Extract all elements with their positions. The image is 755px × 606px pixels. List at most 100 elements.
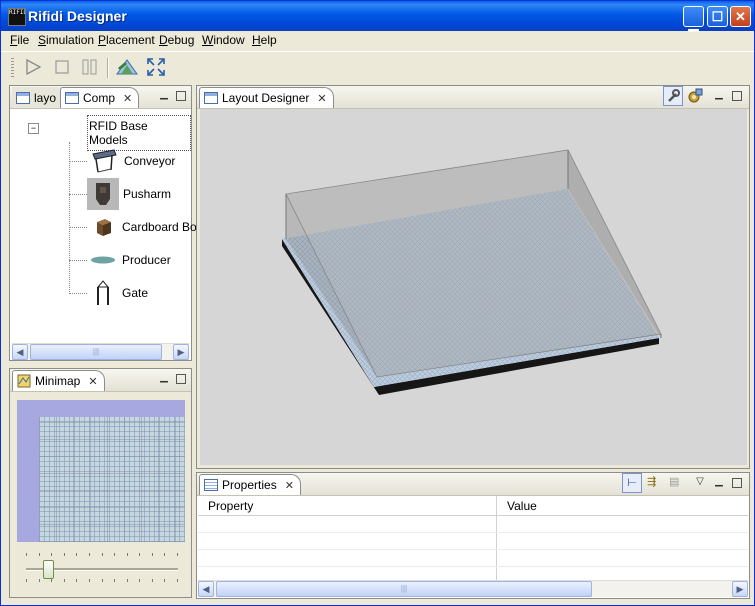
maximize-view-icon[interactable] xyxy=(176,91,186,101)
pause-button[interactable] xyxy=(78,56,102,78)
slider-tick xyxy=(164,579,165,582)
tree-expander[interactable]: − xyxy=(28,123,39,134)
components-icon xyxy=(65,92,79,104)
menu-help[interactable]: Help xyxy=(252,33,277,47)
tab-properties[interactable]: Properties ✕ xyxy=(199,474,301,495)
close-button[interactable]: ✕ xyxy=(730,6,751,27)
tab-layout-designer[interactable]: Layout Designer ✕ xyxy=(199,87,334,108)
slider-tick xyxy=(64,579,65,582)
filter-button[interactable]: ⇶ xyxy=(647,475,663,491)
pusharm-icon xyxy=(87,178,119,210)
menu-placement[interactable]: Placement xyxy=(98,33,155,47)
column-header-value[interactable]: Value xyxy=(507,499,537,513)
main-toolbar xyxy=(1,51,754,82)
column-header-property[interactable]: Property xyxy=(208,499,253,513)
tree-item-label: Producer xyxy=(122,253,171,267)
tab-components-label: Comp xyxy=(83,91,116,105)
minimap-zoom-slider[interactable] xyxy=(26,553,178,583)
menu-bar: File Simulation Placement Debug Window H… xyxy=(1,31,754,50)
table-row[interactable] xyxy=(198,516,748,533)
view-menu-icon[interactable]: ▽ xyxy=(694,476,706,488)
tab-layout[interactable]: layo xyxy=(12,87,63,108)
slider-tick xyxy=(164,553,165,556)
properties-table: Property Value xyxy=(198,496,748,584)
scroll-thumb[interactable]: ||| xyxy=(216,581,592,597)
slider-tick xyxy=(26,553,27,556)
tree-item-label: Cardboard Box xyxy=(122,220,203,234)
minimize-view-icon[interactable]: ▁ xyxy=(158,372,170,384)
close-tab-icon[interactable]: ✕ xyxy=(88,375,97,388)
slider-tick xyxy=(139,553,140,556)
menu-window[interactable]: Window xyxy=(202,33,245,47)
maximize-button[interactable]: ☐ xyxy=(707,6,728,27)
camera-view-icon xyxy=(116,59,138,75)
minimap-floor xyxy=(39,417,185,542)
table-row[interactable] xyxy=(198,533,748,550)
components-view-header: layo Comp ✕ ▁ xyxy=(10,86,191,109)
toolbar-separator xyxy=(107,58,109,78)
scroll-thumb[interactable]: ||| xyxy=(30,344,162,360)
stop-icon xyxy=(55,60,69,74)
categories-button[interactable]: ⊢ xyxy=(622,473,642,493)
tree-item-gate[interactable]: Gate xyxy=(90,278,148,308)
restore-default-button[interactable]: ▤ xyxy=(669,475,685,491)
tab-layout-label: layo xyxy=(34,90,57,105)
tab-components[interactable]: Comp ✕ xyxy=(60,87,140,108)
play-button[interactable] xyxy=(21,56,45,78)
tree-line xyxy=(69,142,70,292)
tree-item-pusharm[interactable]: Pusharm xyxy=(87,178,171,210)
table-row[interactable] xyxy=(198,550,748,567)
tree-item-cardboard-box[interactable]: Cardboard Box xyxy=(92,212,203,242)
close-tab-icon[interactable]: ✕ xyxy=(285,479,294,492)
maximize-view-icon[interactable] xyxy=(732,478,742,488)
stop-button[interactable] xyxy=(50,56,74,78)
minimap-canvas[interactable] xyxy=(17,400,185,542)
tab-properties-label: Properties xyxy=(222,478,277,492)
camera-view-button[interactable] xyxy=(115,56,139,78)
toolbar-grip[interactable] xyxy=(11,58,14,79)
maximize-view-icon[interactable] xyxy=(732,91,742,101)
minimap-view-header: Minimap ✕ ▁ xyxy=(10,369,191,392)
column-divider xyxy=(496,550,497,566)
minimize-view-icon[interactable]: ▁ xyxy=(158,89,170,101)
properties-view: Properties ✕ ⊢ ⇶ ▤ ▽ ▁ Property Value ◀ … xyxy=(196,472,750,599)
maximize-view-icon[interactable] xyxy=(176,374,186,384)
minimize-view-icon[interactable]: ▁ xyxy=(713,476,725,488)
slider-tick xyxy=(76,553,77,556)
tab-minimap[interactable]: Minimap ✕ xyxy=(12,370,105,391)
menu-debug[interactable]: Debug xyxy=(159,33,194,47)
producer-icon xyxy=(91,256,115,264)
layout-designer-icon xyxy=(204,92,218,104)
fit-to-screen-button[interactable] xyxy=(144,56,168,78)
play-icon xyxy=(26,58,42,76)
components-view: layo Comp ✕ ▁ − RFID Base Models Conveyo… xyxy=(9,85,203,361)
tree-item-producer[interactable]: Producer xyxy=(90,245,171,275)
components-hscrollbar[interactable]: ◀ ||| ▶ xyxy=(12,343,189,360)
title-bar[interactable]: RIFIDI Rifidi Designer ▁ ☐ ✕ xyxy=(1,1,754,31)
minimize-view-icon[interactable]: ▁ xyxy=(713,89,725,101)
slider-tick xyxy=(114,553,115,556)
scroll-left-icon[interactable]: ◀ xyxy=(198,581,214,597)
slider-thumb[interactable] xyxy=(43,560,54,579)
restore-default-icon: ▤ xyxy=(669,476,680,488)
menu-file[interactable]: File xyxy=(10,33,29,47)
slider-tick xyxy=(102,553,103,556)
minimize-button[interactable]: ▁ xyxy=(683,6,704,31)
settings-button[interactable] xyxy=(686,87,704,105)
menu-simulation[interactable]: Simulation xyxy=(38,33,94,47)
column-divider xyxy=(496,516,497,532)
scroll-right-icon[interactable]: ▶ xyxy=(732,581,748,597)
scroll-left-icon[interactable]: ◀ xyxy=(12,344,28,360)
scroll-right-icon[interactable]: ▶ xyxy=(173,344,189,360)
tree-item-conveyor[interactable]: Conveyor xyxy=(90,146,175,176)
properties-view-header: Properties ✕ ⊢ ⇶ ▤ ▽ ▁ xyxy=(197,473,749,496)
layout-3d-canvas[interactable] xyxy=(200,109,747,465)
close-tab-icon[interactable]: ✕ xyxy=(123,92,132,105)
slider-tick xyxy=(152,553,153,556)
properties-hscrollbar[interactable]: ◀ ||| ▶ xyxy=(198,580,748,597)
wrench-button[interactable] xyxy=(663,86,683,106)
close-tab-icon[interactable]: ✕ xyxy=(317,92,326,105)
column-divider[interactable] xyxy=(496,496,497,515)
slider-tick xyxy=(114,579,115,582)
gear-icon xyxy=(688,88,703,103)
